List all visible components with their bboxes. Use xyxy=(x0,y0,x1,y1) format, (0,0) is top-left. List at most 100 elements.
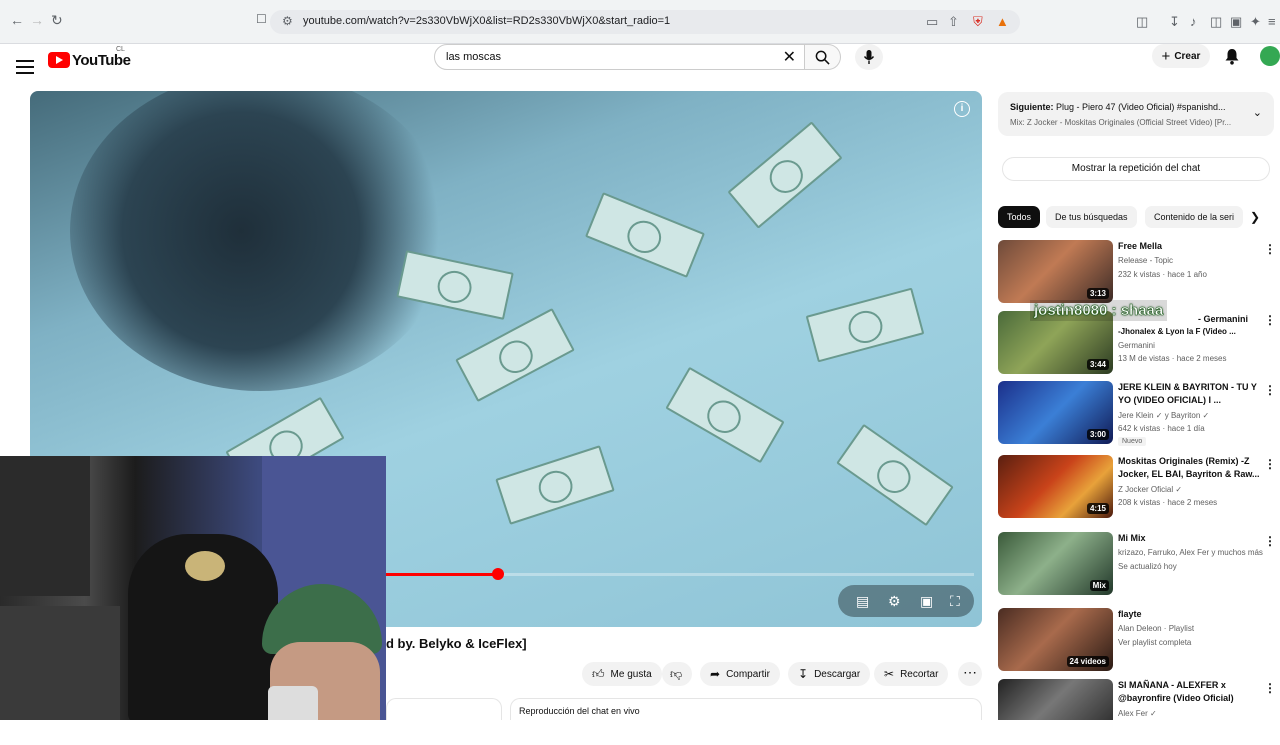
progress-played xyxy=(386,573,498,576)
list-item[interactable]: 4:15 Moskitas Originales (Remix) -Z Jock… xyxy=(998,455,1278,521)
video-thumbnail[interactable]: 3:13 xyxy=(998,240,1113,303)
up-next-card[interactable]: Siguiente: Plug - Piero 47 (Video Oficia… xyxy=(998,92,1274,136)
search-input[interactable]: las moscas ✕ xyxy=(434,44,805,70)
miniplayer-icon[interactable]: ▣ xyxy=(920,593,933,610)
live-chat-replay-header[interactable]: Reproducción del chat en vivo xyxy=(510,698,982,720)
up-next-line: Siguiente: Plug - Piero 47 (Video Oficia… xyxy=(1010,102,1225,112)
rec-title[interactable]: - Germanini xyxy=(1198,313,1268,326)
dislike-button[interactable]: 👎︎ xyxy=(662,662,692,686)
rec-channel[interactable]: Release - Topic xyxy=(1118,256,1173,265)
duration-badge: 3:44 xyxy=(1086,359,1109,370)
rec-stats: Se actualizó hoy xyxy=(1118,562,1177,571)
mic-icon xyxy=(863,50,875,64)
account-avatar[interactable] xyxy=(1260,46,1280,66)
youtube-logo[interactable]: YouTube CL xyxy=(48,46,131,71)
up-next-label: Siguiente: xyxy=(1010,102,1054,112)
clip-button[interactable]: ✂ Recortar xyxy=(874,662,949,686)
ai-icon[interactable]: ✦ xyxy=(1250,14,1261,30)
like-label: Me gusta xyxy=(610,668,652,680)
notifications-bell-icon[interactable] xyxy=(1224,48,1240,65)
chip-all[interactable]: Todos xyxy=(998,206,1041,228)
rec-channel: krizazo, Farruko, Alex Fer y muchos más xyxy=(1118,548,1263,557)
view-playlist-link[interactable]: Ver playlist completa xyxy=(1118,638,1191,647)
fullscreen-icon[interactable]: ⛶ xyxy=(950,593,960,610)
more-actions-button[interactable]: ⋯ xyxy=(958,662,982,686)
mix-thumbnail[interactable]: Mix xyxy=(998,532,1113,595)
rec-title[interactable]: JERE KLEIN & BAYRITON - TU Y YO (VIDEO O… xyxy=(1118,381,1266,407)
stream-chat-message: jostin8080 : shaaa xyxy=(1030,300,1168,321)
playlist-count-badge: 24 videos xyxy=(1066,656,1109,667)
youtube-header: YouTube CL las moscas ✕ + Crear xyxy=(0,44,1280,92)
like-button[interactable]: 👍︎ Me gusta xyxy=(582,662,662,686)
download-label: Descargar xyxy=(814,668,861,680)
chevron-right-icon[interactable]: ❯ xyxy=(1250,210,1260,224)
browser-menu-icon[interactable]: ≡ xyxy=(1268,14,1276,29)
forward-icon[interactable]: → xyxy=(30,12,44,28)
rec-title[interactable]: Mi Mix xyxy=(1118,532,1266,545)
address-bar[interactable]: ⚙ youtube.com/watch?v=2s330VbWjX0&list=R… xyxy=(270,10,1020,34)
video-thumbnail[interactable]: 3:00 xyxy=(998,381,1113,444)
chip-series[interactable]: Contenido de la seri xyxy=(1145,206,1243,228)
rec-stats: 208 k vistas · hace 2 meses xyxy=(1118,498,1218,507)
brave-shield-icon[interactable]: ⛨ xyxy=(973,14,983,30)
rec-title[interactable]: Moskitas Originales (Remix) -Z Jocker, E… xyxy=(1118,455,1266,481)
download-button[interactable]: ↧ Descargar xyxy=(788,662,871,686)
reload-icon[interactable]: ↻ xyxy=(51,12,63,29)
translate-icon[interactable]: ◫ xyxy=(1136,14,1148,30)
more-vert-icon[interactable]: ⋮ xyxy=(1264,457,1276,471)
cast-icon[interactable]: ▭ xyxy=(926,14,938,30)
media-icon[interactable]: ♪ xyxy=(1190,14,1197,29)
rec-title-line2[interactable]: -Jhonalex & Lyon la F (Video ... xyxy=(1118,327,1236,336)
more-vert-icon[interactable]: ⋮ xyxy=(1264,313,1276,327)
more-vert-icon[interactable]: ⋮ xyxy=(1264,681,1276,695)
chevron-down-icon[interactable]: ⌄ xyxy=(1253,106,1262,119)
rec-channel[interactable]: Germanini xyxy=(1118,341,1155,350)
bookmark-icon[interactable]: ☐ xyxy=(256,12,267,26)
list-item[interactable]: 3:13 Free Mella Release - Topic 232 k vi… xyxy=(998,240,1278,306)
back-icon[interactable]: ← xyxy=(10,12,24,28)
scrubber-handle[interactable] xyxy=(491,568,504,580)
voice-search-button[interactable] xyxy=(855,44,883,70)
wallet-icon[interactable]: ▣ xyxy=(1230,14,1242,30)
list-item[interactable]: Mix Mi Mix krizazo, Farruko, Alex Fer y … xyxy=(998,532,1278,598)
rec-channel[interactable]: Alex Fer ✓ xyxy=(1118,709,1157,718)
sidebar-toggle-icon[interactable]: ◫ xyxy=(1210,14,1222,30)
rec-channel[interactable]: Z Jocker Oficial ✓ xyxy=(1118,485,1182,494)
download-icon[interactable]: ↧ xyxy=(1169,14,1180,30)
list-item[interactable]: 24 videos flayte Alan Deleon · Playlist … xyxy=(998,608,1278,674)
video-frame-bill xyxy=(585,192,705,278)
rec-title[interactable]: SI MAÑANA - ALEXFER x @bayronfire (Video… xyxy=(1118,679,1266,705)
search-icon xyxy=(815,50,830,65)
rewards-icon[interactable]: ▲ xyxy=(996,14,1009,29)
rec-channel[interactable]: Jere Klein ✓ y Bayriton ✓ xyxy=(1118,411,1209,420)
info-icon[interactable]: i xyxy=(954,101,970,117)
show-chat-replay-button[interactable]: Mostrar la repetición del chat xyxy=(1002,157,1270,181)
rec-title[interactable]: flayte xyxy=(1118,608,1266,621)
subtitles-icon[interactable]: ▤ xyxy=(856,593,869,610)
more-vert-icon[interactable]: ⋮ xyxy=(1264,242,1276,256)
video-thumbnail[interactable]: 4:15 xyxy=(998,455,1113,518)
rec-channel[interactable]: Alan Deleon · Playlist xyxy=(1118,624,1194,633)
share-button[interactable]: ➦ Compartir xyxy=(700,662,780,686)
video-frame-bill xyxy=(805,287,925,363)
rec-title[interactable]: Free Mella xyxy=(1118,240,1266,253)
search-button[interactable] xyxy=(805,44,841,70)
share-icon[interactable]: ⇧ xyxy=(948,14,959,30)
description-box[interactable] xyxy=(386,698,502,720)
list-item[interactable]: 3:00 JERE KLEIN & BAYRITON - TU Y YO (VI… xyxy=(998,381,1278,447)
chip-from-searches[interactable]: De tus búsquedas xyxy=(1046,206,1137,228)
video-thumbnail[interactable] xyxy=(998,679,1113,720)
more-vert-icon[interactable]: ⋮ xyxy=(1264,534,1276,548)
chair-logo xyxy=(185,551,225,581)
settings-gear-icon[interactable]: ⚙ xyxy=(888,593,901,610)
more-vert-icon[interactable]: ⋮ xyxy=(1264,383,1276,397)
progress-bar[interactable] xyxy=(386,568,974,580)
playlist-thumbnail[interactable]: 24 videos xyxy=(998,608,1113,671)
hamburger-menu-icon[interactable] xyxy=(16,60,34,74)
list-item[interactable]: SI MAÑANA - ALEXFER x @bayronfire (Video… xyxy=(998,679,1278,745)
create-button[interactable]: + Crear xyxy=(1152,44,1210,68)
clear-search-icon[interactable]: ✕ xyxy=(783,47,796,67)
plus-icon: + xyxy=(1161,47,1171,65)
video-title: d by. Belyko & IceFlex] xyxy=(386,636,527,651)
site-info-icon[interactable]: ⚙ xyxy=(282,14,293,28)
